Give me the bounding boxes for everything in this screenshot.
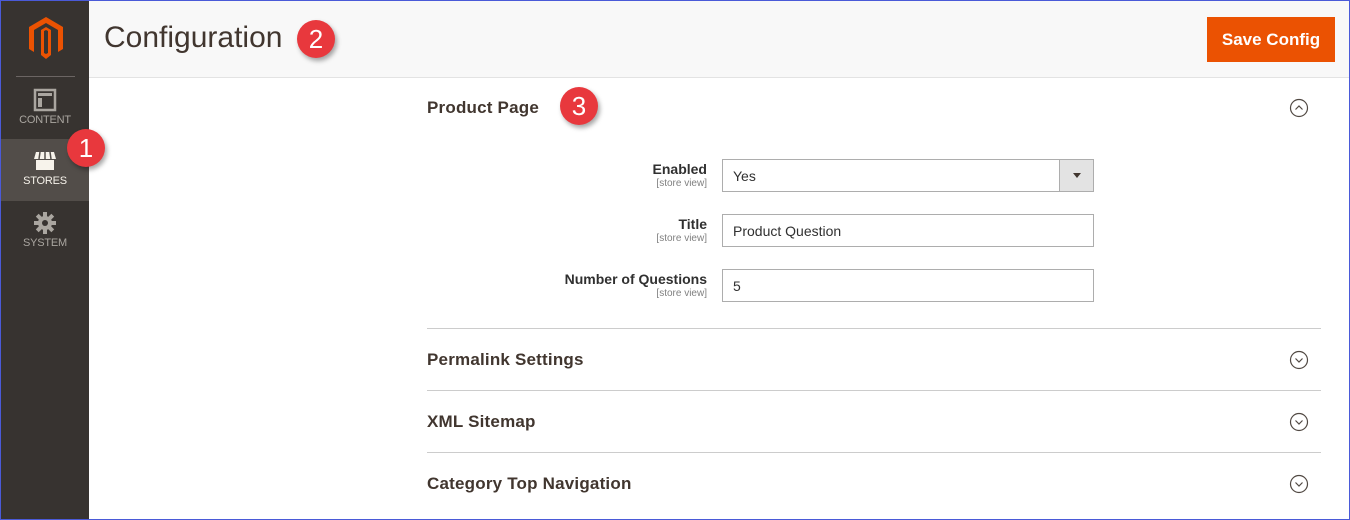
expand-icon[interactable] [1289,412,1309,432]
page-title: Configuration [104,21,283,54]
sidebar-item-system[interactable]: SYSTEM [1,201,89,263]
collapse-icon[interactable] [1289,98,1309,118]
sidebar-item-label: CONTENT [19,114,71,126]
section-category-top-navigation: Category Top Navigation [427,453,1321,515]
section-title-xml-sitemap[interactable]: XML Sitemap [427,412,536,432]
field-scope: [store view] [656,288,707,299]
page-header: Configuration Save Config [89,1,1349,78]
enabled-select[interactable]: Yes [722,159,1094,192]
field-label-number-of-questions: Number of Questions [564,271,707,287]
save-config-button[interactable]: Save Config [1207,17,1335,62]
field-row-title: Title [store view] [427,214,1321,250]
section-title-permalink-settings[interactable]: Permalink Settings [427,350,584,370]
section-permalink-settings: Permalink Settings [427,329,1321,391]
section-title-product-page[interactable]: Product Page [427,98,539,118]
field-row-enabled: Enabled [store view] Yes [427,159,1321,195]
field-label-title: Title [678,216,707,232]
content-layout-icon [33,88,57,112]
section-product-page: Product Page Enabled [store view] Yes Ti… [427,79,1321,329]
number-of-questions-input[interactable] [722,269,1094,302]
sidebar-item-label: STORES [23,175,67,187]
field-label-enabled: Enabled [652,161,707,177]
field-scope: [store view] [656,178,707,189]
caret-down-icon [1073,173,1081,178]
annotation-badge-3: 3 [560,87,598,125]
gear-icon [34,212,56,234]
field-scope: [store view] [656,233,707,244]
enabled-select-value: Yes [733,168,756,184]
logo-divider [16,76,75,77]
section-xml-sitemap: XML Sitemap [427,391,1321,453]
expand-icon[interactable] [1289,350,1309,370]
title-input[interactable] [722,214,1094,247]
annotation-badge-1: 1 [67,129,105,167]
annotation-badge-2: 2 [297,20,335,58]
section-title-category-top-navigation[interactable]: Category Top Navigation [427,474,632,494]
sidebar-item-label: SYSTEM [22,237,68,249]
dropdown-button[interactable] [1059,160,1093,191]
magento-logo[interactable] [29,17,63,59]
admin-sidebar: CONTENT STORES SYSTEM [1,1,89,519]
expand-icon[interactable] [1289,474,1309,494]
store-icon [34,151,56,170]
field-row-number-of-questions: Number of Questions [store view] [427,269,1321,305]
